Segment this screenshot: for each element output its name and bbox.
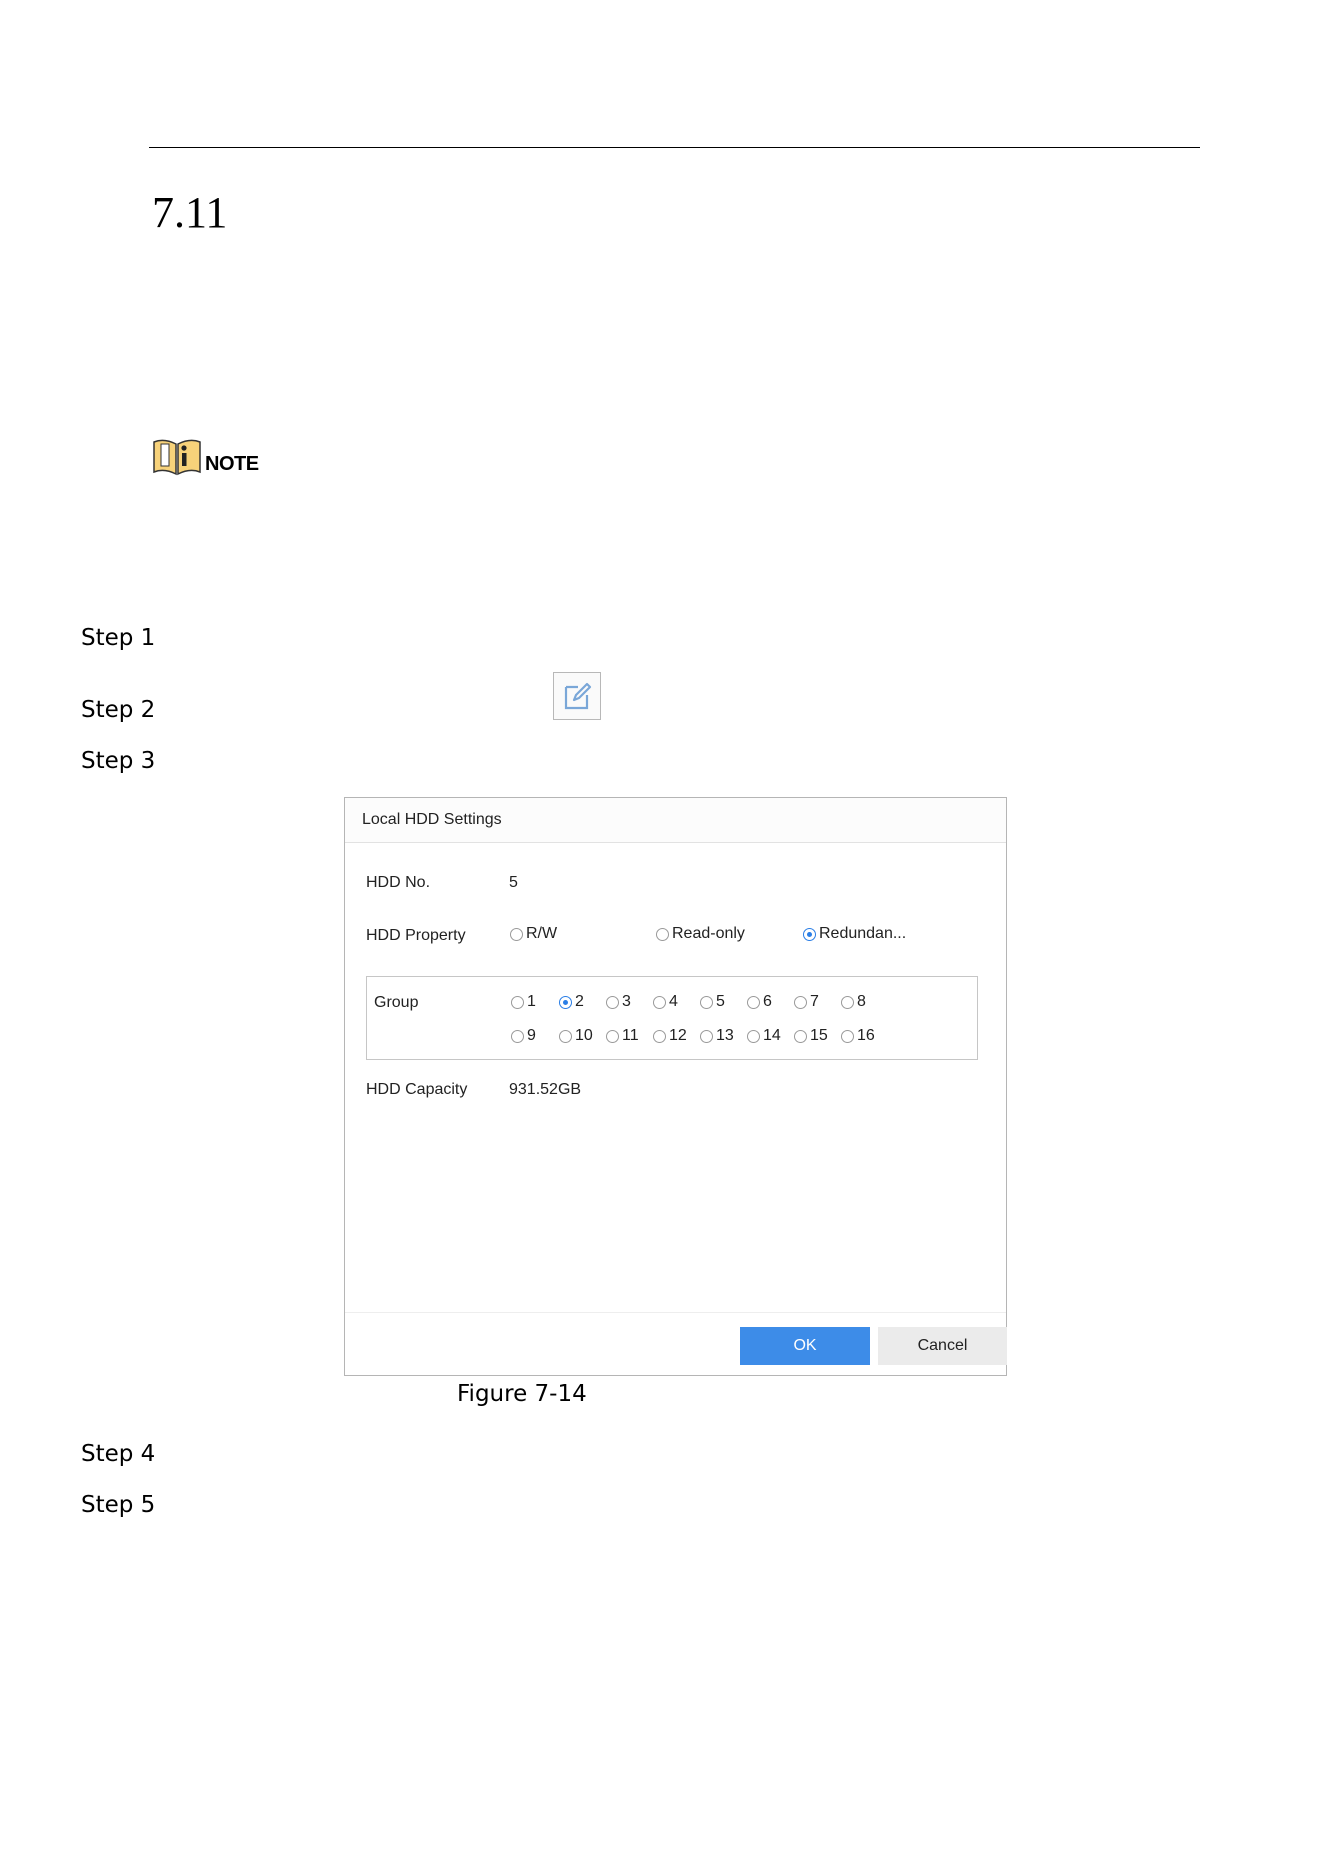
radio-dot (559, 995, 572, 1009)
radio-dot (747, 995, 760, 1009)
group-radio-4[interactable]: 4 (653, 993, 678, 1011)
hdd-property-label: HDD Property (366, 927, 466, 944)
note-label: NOTE (205, 453, 259, 475)
cancel-button[interactable]: Cancel (878, 1327, 1007, 1365)
group-radio-1[interactable]: 1 (511, 993, 536, 1011)
radio-dot (700, 995, 713, 1009)
radio-dot (700, 1029, 713, 1043)
step-3-label: Step 3 (81, 748, 156, 774)
hdd-capacity-value: 931.52GB (509, 1081, 582, 1098)
step-4-label: Step 4 (81, 1441, 156, 1467)
group-radio-11[interactable]: 11 (606, 1027, 639, 1045)
step-1-label: Step 1 (81, 625, 156, 651)
group-radio-2[interactable]: 2 (559, 993, 584, 1011)
property-radio-rw[interactable]: R/W (510, 925, 557, 943)
radio-dot (841, 995, 854, 1009)
note-book-icon (152, 438, 202, 476)
radio-dot (656, 927, 669, 941)
hdd-capacity-label: HDD Capacity (366, 1081, 468, 1098)
property-radio-redundancy[interactable]: Redundan... (803, 925, 906, 943)
hdd-no-value: 5 (509, 874, 518, 891)
hdd-no-label: HDD No. (366, 874, 431, 891)
group-radio-3[interactable]: 3 (606, 993, 631, 1011)
step-2-label: Step 2 (81, 697, 156, 723)
group-radio-15[interactable]: 15 (794, 1027, 828, 1045)
radio-dot (511, 995, 524, 1009)
group-label: Group (374, 994, 419, 1011)
group-radio-13[interactable]: 13 (700, 1027, 734, 1045)
radio-dot (794, 1029, 807, 1043)
radio-dot (606, 995, 619, 1009)
group-radio-5[interactable]: 5 (700, 993, 725, 1011)
ok-button[interactable]: OK (740, 1327, 870, 1365)
group-radio-14[interactable]: 14 (747, 1027, 781, 1045)
radio-dot (510, 927, 523, 941)
radio-dot (794, 995, 807, 1009)
radio-dot (511, 1029, 524, 1043)
figure-caption: Figure 7-14 (457, 1381, 587, 1407)
group-radio-16[interactable]: 16 (841, 1027, 875, 1045)
dialog-title: Local HDD Settings (362, 811, 502, 828)
radio-dot (841, 1029, 854, 1043)
group-radio-7[interactable]: 7 (794, 993, 819, 1011)
radio-dot (803, 927, 816, 941)
radio-dot (747, 1029, 760, 1043)
group-radio-10[interactable]: 10 (559, 1027, 593, 1045)
group-radio-8[interactable]: 8 (841, 993, 866, 1011)
radio-dot (606, 1029, 619, 1043)
edit-icon[interactable] (553, 672, 601, 720)
group-box (366, 976, 978, 1060)
radio-dot (653, 995, 666, 1009)
radio-dot (653, 1029, 666, 1043)
group-radio-6[interactable]: 6 (747, 993, 772, 1011)
section-number: 7.11 (152, 188, 228, 237)
step-5-label: Step 5 (81, 1492, 156, 1518)
group-radio-9[interactable]: 9 (511, 1027, 536, 1045)
property-radio-read-only[interactable]: Read-only (656, 925, 745, 943)
local-hdd-settings-dialog: Local HDD Settings HDD No. 5 HDD Propert… (344, 797, 1007, 1376)
dialog-header: Local HDD Settings (345, 798, 1006, 843)
group-radio-12[interactable]: 12 (653, 1027, 687, 1045)
radio-dot (559, 1029, 572, 1043)
header-rule (149, 147, 1200, 148)
footer-divider (345, 1312, 1006, 1313)
